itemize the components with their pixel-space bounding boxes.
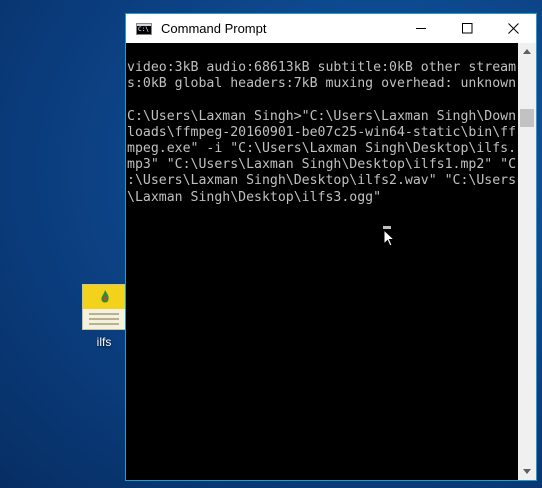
maximize-icon bbox=[461, 23, 472, 34]
scroll-up-button[interactable] bbox=[518, 43, 536, 60]
cmd-icon[interactable] bbox=[136, 22, 152, 35]
close-button[interactable] bbox=[490, 14, 536, 43]
maximize-button[interactable] bbox=[444, 14, 490, 43]
console-line: mp3" "C:\Users\Laxman Singh\Desktop\ilfs… bbox=[127, 157, 517, 173]
command-prompt-window[interactable]: Command Prompt video:3kB audio:68613kB bbox=[125, 13, 537, 481]
minimize-button[interactable] bbox=[398, 14, 444, 43]
console-output-area[interactable]: video:3kB audio:68613kB subtitle:0kB oth… bbox=[126, 43, 518, 480]
console-text: video:3kB audio:68613kB subtitle:0kB oth… bbox=[126, 43, 518, 206]
window-title: Command Prompt bbox=[161, 21, 267, 36]
vertical-scrollbar[interactable] bbox=[518, 43, 536, 480]
minimize-icon bbox=[415, 28, 426, 29]
console-line: s:0kB global headers:7kB muxing overhead… bbox=[127, 76, 517, 92]
chevron-down-icon bbox=[523, 469, 531, 474]
scroll-down-button[interactable] bbox=[518, 463, 536, 480]
close-icon bbox=[507, 23, 519, 34]
file-thumbnail-icon bbox=[82, 284, 126, 330]
console-line: C:\Users\Laxman Singh>"C:\Users\Laxman S… bbox=[127, 108, 517, 124]
flame-logo-icon bbox=[101, 290, 109, 303]
chevron-up-icon bbox=[523, 49, 531, 54]
title-bar[interactable]: Command Prompt bbox=[126, 14, 536, 43]
desktop-file-ilfs[interactable]: ilfs bbox=[80, 284, 128, 354]
desktop-icon-label: ilfs bbox=[96, 335, 112, 349]
console-line: mpeg.exe" -i "C:\Users\Laxman Singh\Desk… bbox=[127, 141, 517, 157]
console-line: \Laxman Singh\Desktop\ilfs3.ogg" bbox=[127, 189, 382, 205]
console-line: loads\ffmpeg-20160901-be07c25-win64-stat… bbox=[127, 124, 517, 140]
mouse-pointer-icon bbox=[383, 229, 395, 247]
console-line: video:3kB audio:68613kB subtitle:0kB oth… bbox=[127, 60, 517, 75]
scroll-thumb[interactable] bbox=[520, 109, 534, 127]
console-line: :\Users\Laxman Singh\Desktop\ilfs2.wav" … bbox=[127, 173, 517, 189]
